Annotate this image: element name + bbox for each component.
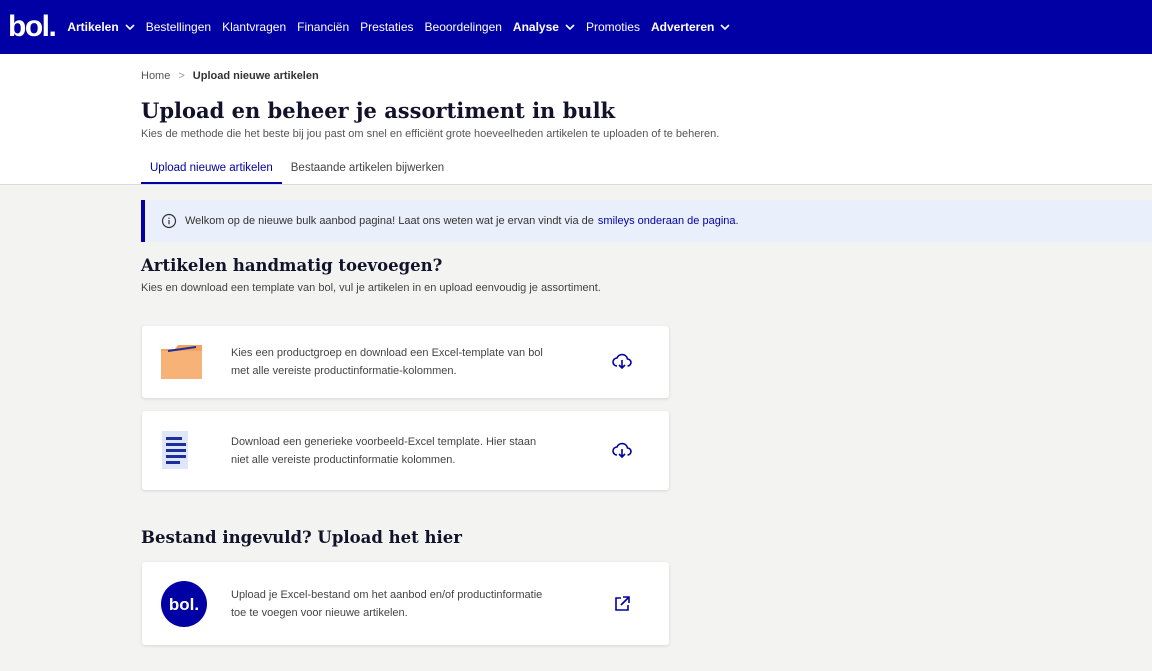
banner-text: Welkom op de nieuwe bulk aanbod pagina! … — [185, 215, 594, 227]
nav-item-label: Bestellingen — [145, 20, 212, 34]
nav-item-artikelen[interactable]: Artikelen — [67, 20, 135, 34]
upload-section-title: Bestand ingevuld? Upload het hier — [141, 528, 462, 547]
nav-item-analyse[interactable]: Analyse — [513, 20, 575, 34]
nav-item-adverteren[interactable]: Adverteren — [651, 20, 730, 34]
info-icon — [161, 213, 177, 229]
banner-feedback-link[interactable]: smileys onderaan de pagina — [598, 215, 736, 227]
chevron-down-icon — [125, 24, 135, 31]
nav-item-label: Artikelen — [67, 20, 119, 34]
bol-logo-icon-text: bol. — [169, 595, 199, 614]
nav-item-label: Analyse — [512, 20, 559, 34]
nav-item-label: Adverteren — [650, 20, 715, 34]
nav-item-klantvragen[interactable]: Klantvragen — [222, 20, 286, 34]
page-header: Home > Upload nieuwe artikelen Upload en… — [0, 54, 1152, 185]
info-banner: Welkom op de nieuwe bulk aanbod pagina! … — [141, 200, 1152, 242]
card-text-line: Kies een productgroep en download een Ex… — [231, 347, 543, 359]
cloud-download-icon[interactable] — [611, 440, 633, 462]
chevron-down-icon — [565, 24, 575, 31]
document-icon — [162, 431, 188, 469]
nav-item-bestellingen[interactable]: Bestellingen — [146, 20, 211, 34]
generic-template-card[interactable]: Download een generieke voorbeeld-Excel t… — [142, 411, 669, 490]
breadcrumb-separator: > — [178, 70, 185, 82]
card-text-line: Download een generieke voorbeeld-Excel t… — [231, 436, 537, 448]
cloud-download-icon[interactable] — [611, 351, 633, 373]
nav-item-label: Beoordelingen — [424, 20, 502, 34]
nav-item-label: Prestaties — [360, 20, 414, 34]
page-subtitle: Kies de methode die het beste bij jou pa… — [141, 128, 720, 140]
nav-item-financien[interactable]: Financiën — [297, 20, 349, 34]
nav-item-prestaties[interactable]: Prestaties — [360, 20, 413, 34]
nav-menu: Artikelen Bestellingen Klantvragen Finan… — [67, 20, 741, 34]
card-text: Kies een productgroep en download een Ex… — [231, 344, 601, 380]
tabs: Upload nieuwe artikelen Bestaande artike… — [141, 158, 453, 184]
card-text-line: niet alle vereiste productinformatie kol… — [231, 454, 456, 466]
bol-logo-icon: bol. — [161, 581, 207, 627]
manual-section-title: Artikelen handmatig toevoegen? — [141, 256, 443, 275]
nav-item-beoordelingen[interactable]: Beoordelingen — [425, 20, 502, 34]
upload-file-card[interactable]: bol. Upload je Excel-bestand om het aanb… — [142, 562, 669, 645]
manual-section-subtitle: Kies en download een template van bol, v… — [141, 282, 601, 294]
card-text-line: Upload je Excel-bestand om het aanbod en… — [231, 589, 543, 601]
tab-upload-nieuwe-artikelen[interactable]: Upload nieuwe artikelen — [141, 158, 282, 184]
nav-item-label: Klantvragen — [222, 20, 287, 34]
breadcrumb-current: Upload nieuwe artikelen — [192, 70, 319, 82]
chevron-down-icon — [720, 24, 730, 31]
page-title: Upload en beheer je assortiment in bulk — [141, 98, 616, 123]
nav-item-label: Promoties — [585, 20, 640, 34]
card-text: Upload je Excel-bestand om het aanbod en… — [231, 586, 601, 622]
card-text-line: met alle vereiste productinformatie-kolo… — [231, 365, 457, 377]
nav-item-label: Financiën — [297, 20, 350, 34]
breadcrumb-home[interactable]: Home — [141, 70, 170, 82]
card-text: Download een generieke voorbeeld-Excel t… — [231, 433, 601, 469]
category-template-card[interactable]: Kies een productgroep en download een Ex… — [142, 326, 669, 398]
breadcrumb: Home > Upload nieuwe artikelen — [141, 70, 319, 82]
card-text-line: toe te voegen voor nieuwe artikelen. — [231, 607, 408, 619]
folder-icon — [161, 345, 202, 379]
bol-logo[interactable]: bol. — [8, 12, 57, 42]
nav-item-promoties[interactable]: Promoties — [586, 20, 640, 34]
tab-bestaande-artikelen-bijwerken[interactable]: Bestaande artikelen bijwerken — [282, 158, 453, 184]
external-link-icon[interactable] — [611, 593, 633, 615]
top-navigation: bol. Artikelen Bestellingen Klantvragen … — [0, 0, 1152, 54]
banner-suffix: . — [735, 215, 739, 227]
